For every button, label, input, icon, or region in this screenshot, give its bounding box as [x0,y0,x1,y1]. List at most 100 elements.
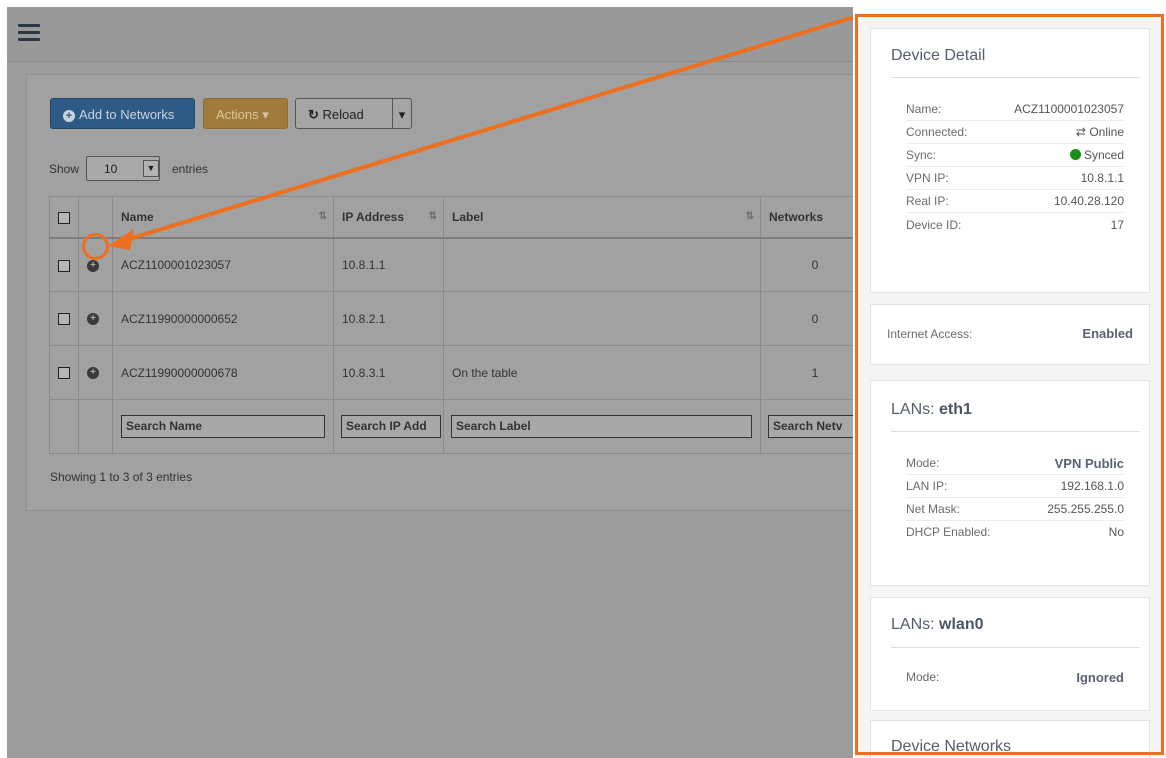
lan-title-prefix: LANs: [891,616,935,633]
detail-key: VPN IP: [906,171,949,185]
select-all-header[interactable] [49,196,79,239]
device-networks-cell: 0 [760,291,853,346]
device-ip-cell: 10.8.3.1 [333,345,444,400]
expand-row-icon[interactable]: + [87,367,99,380]
devices-card: + Add to Networks Actions ▾ ↻ Reload ▾ Sh… [26,74,853,511]
status-dot-icon [1069,149,1081,160]
table-row[interactable]: + ACZ1100001023057 10.8.1.1 0 [49,237,853,292]
reload-label: Reload [322,107,364,122]
table-info-text: Showing 1 to 3 of 3 entries [50,470,193,484]
table-header-row: Name ⇅ IP Address ⇅ Label ⇅ Networks⇅ [49,196,853,239]
column-header-label[interactable]: Label ⇅ [443,196,761,239]
row-expand-cell[interactable]: + [78,345,113,400]
column-header-label-label: Label [452,209,484,224]
row-expand-cell[interactable]: + [78,291,113,346]
lan-row-net-mask: Net Mask: 255.255.255.0 [906,498,1124,521]
table-row[interactable]: + ACZ11990000000652 10.8.2.1 0 [49,291,853,346]
device-label-cell [443,291,761,346]
row-expand-cell[interactable]: + [78,237,113,292]
caret-down-icon: ▾ [398,107,406,122]
detail-value: 10.40.28.120 [1053,194,1124,208]
device-name-cell: ACZ11990000000678 [112,345,334,400]
detail-value: 17 [1110,218,1124,232]
sort-icon: ⇅ [428,211,437,222]
detail-row-connected: Connected: ⇄ Online [906,121,1124,144]
top-bar [7,7,853,62]
device-ip-cell: 10.8.1.1 [333,237,444,292]
column-header-ip[interactable]: IP Address ⇅ [333,196,444,239]
entries-per-page-select[interactable]: 10 ▼ [86,156,160,181]
lan-iface-name: eth1 [939,401,972,418]
detail-value: ACZ1100001023057 [1014,102,1124,116]
detail-value: 192.168.1.0 [1060,479,1124,493]
row-select-cell[interactable] [49,345,79,400]
row-checkbox[interactable] [58,313,70,326]
device-label-cell: On the table [443,345,761,400]
row-checkbox[interactable] [58,259,70,272]
reload-button[interactable]: ↻ Reload [295,98,393,129]
divider [891,77,1140,78]
search-row: Search Name Search IP Add Search Label S… [49,399,853,454]
divider [891,431,1140,432]
search-label-input[interactable]: Search Label [451,415,752,438]
entries-label: entries [172,162,209,176]
detail-key: Mode: [906,670,940,684]
lan-row-mode: Mode: Ignored [906,666,1124,689]
device-label-cell [443,237,761,292]
search-ip-cell: Search IP Add [333,399,444,454]
device-name-cell: ACZ11990000000652 [112,291,334,346]
detail-row-real-ip: Real IP: 10.40.28.120 [906,190,1124,213]
sort-ascending-icon: ⇅ [318,211,327,222]
row-checkbox[interactable] [58,367,70,380]
screenshot-stage: + Add to Networks Actions ▾ ↻ Reload ▾ Sh… [0,0,1166,758]
select-all-checkbox[interactable] [58,211,70,224]
online-status-text: Online [1089,125,1124,139]
reload-options-button[interactable]: ▾ [392,98,412,129]
lan-row-dhcp: DHCP Enabled: No [906,521,1124,544]
internet-access-box: Internet Access: Enabled [870,304,1150,365]
sync-status-text: Synced [1083,148,1124,162]
expand-row-icon[interactable]: + [87,259,99,272]
column-header-networks[interactable]: Networks⇅ [760,196,853,239]
detail-row-device-id: Device ID: 17 [906,214,1124,237]
divider [891,647,1140,648]
expand-header [78,196,113,239]
actions-dropdown-button[interactable]: Actions ▾ [203,98,288,129]
expand-row-icon[interactable]: + [87,313,99,326]
lan-row-mode: Mode: VPN Public [906,452,1124,475]
lan-wlan0-title: LANs: wlan0 [891,616,984,634]
detail-key: DHCP Enabled: [906,525,991,539]
detail-key: Connected: [906,125,968,139]
actions-label: Actions [216,107,259,122]
search-ip-input[interactable]: Search IP Add [341,415,441,438]
detail-key: LAN IP: [906,479,948,493]
device-networks-title: Device Networks [891,738,1012,755]
detail-value: Ignored [1076,670,1124,685]
search-networks-cell: Search Netv [760,399,853,454]
device-networks-box: Device Networks [870,720,1150,758]
caret-down-icon: ▾ [262,107,269,122]
detail-value: No [1108,525,1124,539]
device-detail-box: Device Detail Name: ACZ1100001023057 Con… [870,28,1150,293]
detail-value: VPN Public [1054,456,1124,471]
table-row[interactable]: + ACZ11990000000678 10.8.3.1 On the tabl… [49,345,853,400]
column-header-name[interactable]: Name ⇅ [112,196,334,239]
plus-circle-icon: + [63,110,75,122]
search-name-input[interactable]: Search Name [121,415,325,438]
sort-icon: ⇅ [745,211,754,222]
lan-title-prefix: LANs: [891,401,935,418]
row-select-cell[interactable] [49,237,79,292]
lan-eth1-box: LANs: eth1 Mode: VPN Public LAN IP: 192.… [870,380,1150,586]
internet-access-value: Enabled [1082,326,1133,341]
search-empty-cell [49,399,79,454]
device-name-cell: ACZ1100001023057 [112,237,334,292]
row-select-cell[interactable] [49,291,79,346]
column-header-name-label: Name [121,209,154,224]
add-to-networks-button[interactable]: + Add to Networks [50,98,195,129]
search-networks-input[interactable]: Search Netv [768,415,853,438]
detail-row-vpn-ip: VPN IP: 10.8.1.1 [906,167,1124,190]
device-detail-title: Device Detail [891,47,986,64]
entries-selected-value: 10 [104,162,118,176]
hamburger-menu-icon[interactable] [18,24,40,44]
detail-key: Sync: [906,148,937,162]
